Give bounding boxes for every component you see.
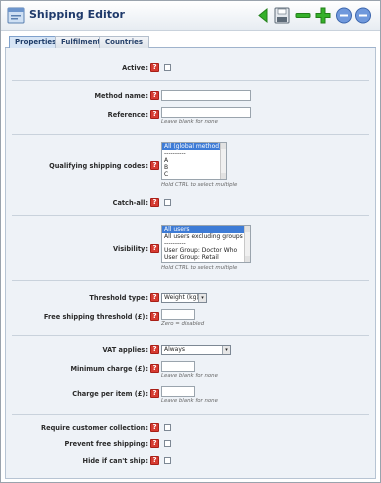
reference-label: Reference: xyxy=(107,111,148,119)
window-icon xyxy=(7,7,25,24)
vat-applies-select[interactable]: Always ▾ xyxy=(161,345,231,355)
list-item[interactable]: User Group: Doctor Who xyxy=(162,247,250,254)
reference-input[interactable] xyxy=(161,107,251,118)
hide-if-cant-ship-checkbox[interactable] xyxy=(164,457,171,464)
tab-bar: Properties Fulfilment Countries xyxy=(5,35,376,48)
help-icon[interactable]: ? xyxy=(150,293,159,302)
prevent-free-shipping-label: Prevent free shipping: xyxy=(64,440,148,448)
list-item[interactable]: ---------- xyxy=(162,150,226,157)
require-collection-label: Require customer collection: xyxy=(41,424,148,432)
minimum-charge-label: Minimum charge (£): xyxy=(70,365,148,373)
hide-if-cant-ship-label: Hide if can't ship: xyxy=(82,457,148,465)
back-icon[interactable] xyxy=(255,6,273,25)
scroll-down-icon[interactable] xyxy=(221,173,226,179)
visibility-listbox[interactable]: All users All users excluding groups ---… xyxy=(161,225,251,263)
method-name-input[interactable] xyxy=(161,90,251,101)
list-item[interactable]: C xyxy=(162,171,226,178)
page-title: Shipping Editor xyxy=(29,8,125,21)
charge-per-item-input[interactable] xyxy=(161,386,195,397)
list-item[interactable]: All users excluding groups xyxy=(162,233,250,240)
scrollbar[interactable] xyxy=(244,226,250,262)
previous-icon[interactable] xyxy=(335,6,353,25)
divider xyxy=(12,280,369,281)
active-checkbox[interactable] xyxy=(164,64,171,71)
catch-all-checkbox[interactable] xyxy=(164,199,171,206)
help-icon[interactable]: ? xyxy=(150,364,159,373)
method-name-label: Method name: xyxy=(94,92,148,100)
catch-all-label: Catch-all: xyxy=(112,199,148,207)
divider xyxy=(12,414,369,415)
free-shipping-threshold-hint: Zero = disabled xyxy=(161,321,205,327)
help-icon[interactable]: ? xyxy=(150,198,159,207)
minimum-charge-input[interactable] xyxy=(161,361,195,372)
qualifying-codes-label: Qualifying shipping codes: xyxy=(49,162,148,170)
list-item[interactable]: B xyxy=(162,164,226,171)
prevent-free-shipping-checkbox[interactable] xyxy=(164,440,171,447)
divider xyxy=(12,335,369,336)
visibility-label: Visibility: xyxy=(112,245,148,253)
charge-per-item-hint: Leave blank for none xyxy=(161,398,218,404)
minimum-charge-hint: Leave blank for none xyxy=(161,373,218,379)
shipping-editor-window: Shipping Editor Properties Fulfilment Co… xyxy=(0,0,381,483)
divider xyxy=(12,215,369,216)
threshold-type-label: Threshold type: xyxy=(89,294,148,302)
vat-applies-label: VAT applies: xyxy=(102,346,148,354)
list-item[interactable]: All users xyxy=(162,226,250,233)
help-icon[interactable]: ? xyxy=(150,63,159,72)
qualifying-codes-listbox[interactable]: All (global method) ---------- A B C xyxy=(161,142,227,180)
scroll-up-icon[interactable] xyxy=(245,226,250,232)
threshold-type-select[interactable]: Weight (kg) ▾ xyxy=(161,293,207,303)
free-shipping-threshold-input[interactable] xyxy=(161,309,195,320)
remove-icon[interactable] xyxy=(294,6,312,25)
divider xyxy=(12,80,369,81)
active-label: Active: xyxy=(122,64,148,72)
title-bar: Shipping Editor xyxy=(1,1,380,31)
add-icon[interactable] xyxy=(314,6,332,25)
list-item[interactable]: ---------- xyxy=(162,240,250,247)
properties-panel: Active: ? Method name: ? Reference: ? Le… xyxy=(5,48,376,479)
qualifying-codes-hint: Hold CTRL to select multiple xyxy=(161,182,238,188)
list-item[interactable]: A xyxy=(162,157,226,164)
help-icon[interactable]: ? xyxy=(150,110,159,119)
help-icon[interactable]: ? xyxy=(150,439,159,448)
divider xyxy=(12,134,369,135)
help-icon[interactable]: ? xyxy=(150,345,159,354)
threshold-type-value: Weight (kg) xyxy=(164,294,199,301)
chevron-down-icon[interactable]: ▾ xyxy=(222,346,230,354)
help-icon[interactable]: ? xyxy=(150,91,159,100)
tab-countries[interactable]: Countries xyxy=(99,36,150,48)
vat-applies-value: Always xyxy=(164,346,186,353)
charge-per-item-label: Charge per item (£): xyxy=(72,390,148,398)
free-shipping-threshold-label: Free shipping threshold (£): xyxy=(43,313,148,321)
help-icon[interactable]: ? xyxy=(150,389,159,398)
save-icon[interactable] xyxy=(273,6,291,25)
help-icon[interactable]: ? xyxy=(150,312,159,321)
help-icon[interactable]: ? xyxy=(150,244,159,253)
help-icon[interactable]: ? xyxy=(150,456,159,465)
list-item[interactable]: User Group: Retail xyxy=(162,254,250,261)
next-icon[interactable] xyxy=(354,6,372,25)
list-item[interactable]: All (global method) xyxy=(162,143,226,150)
help-icon[interactable]: ? xyxy=(150,161,159,170)
reference-hint: Leave blank for none xyxy=(161,119,218,125)
help-icon[interactable]: ? xyxy=(150,423,159,432)
require-collection-checkbox[interactable] xyxy=(164,424,171,431)
scrollbar[interactable] xyxy=(220,143,226,179)
visibility-hint: Hold CTRL to select multiple xyxy=(161,265,238,271)
scroll-up-icon[interactable] xyxy=(221,143,226,149)
chevron-down-icon[interactable]: ▾ xyxy=(198,294,206,302)
scroll-down-icon[interactable] xyxy=(245,256,250,262)
